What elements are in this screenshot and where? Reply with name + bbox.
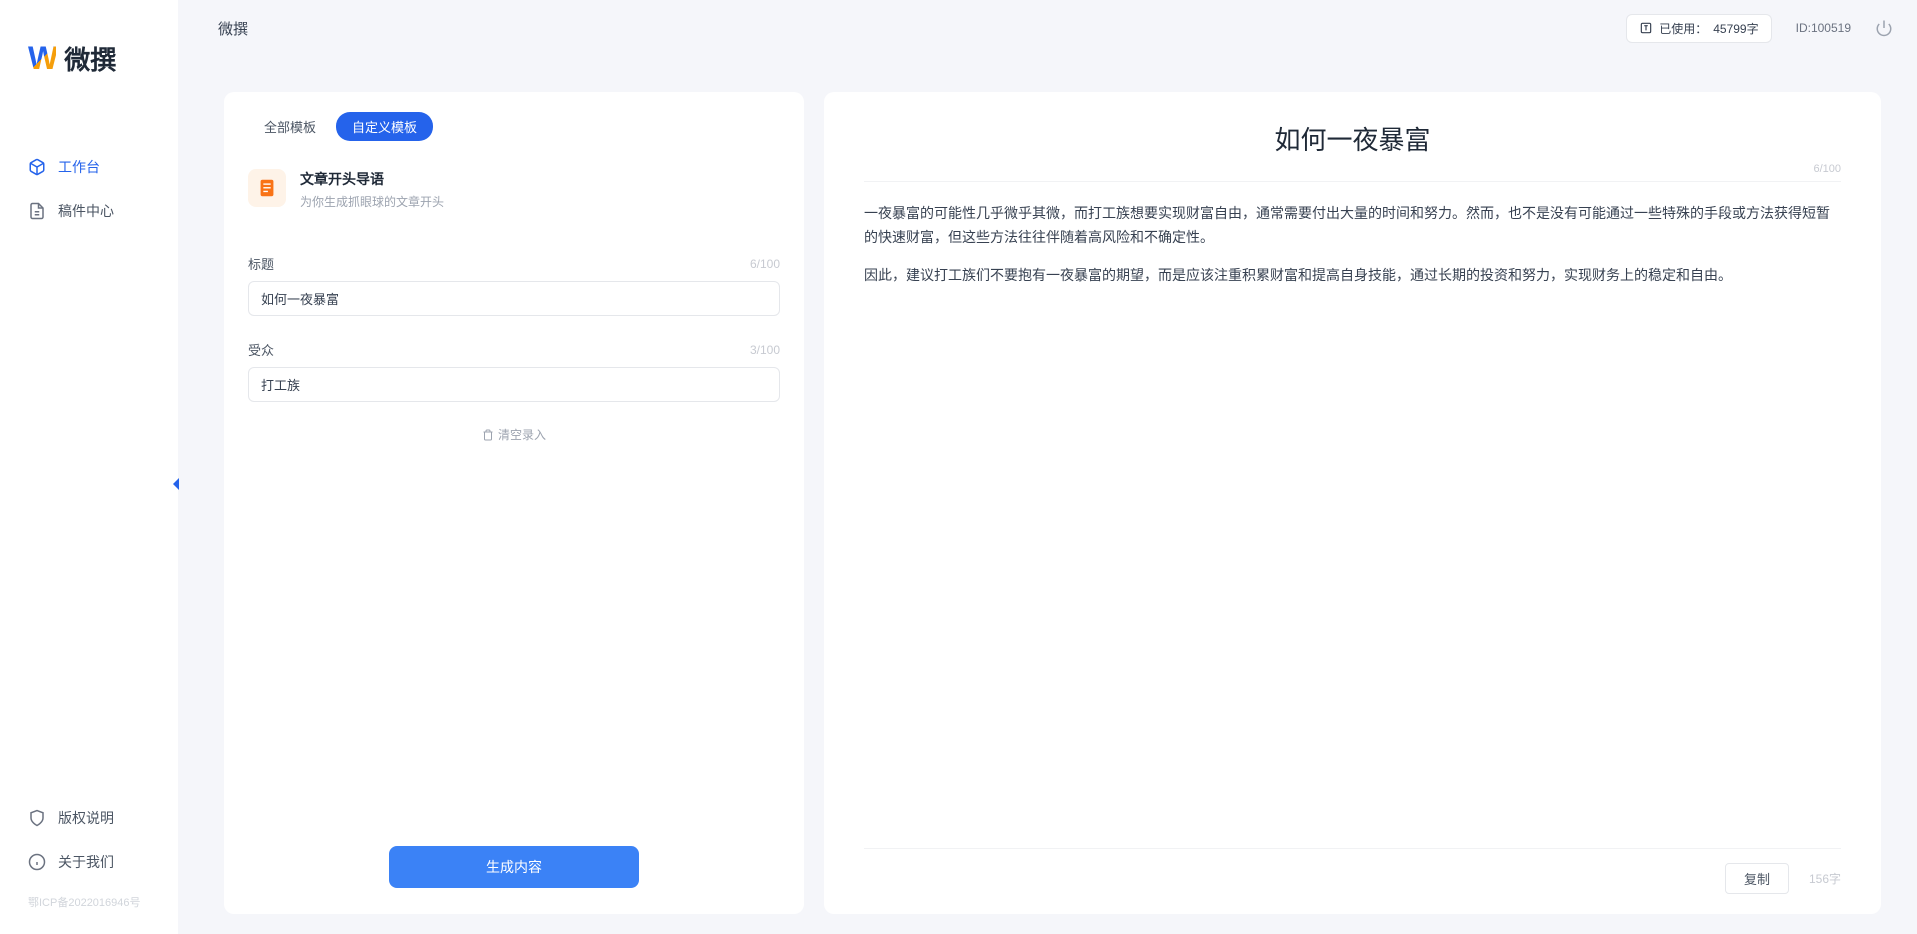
shield-icon (28, 809, 46, 827)
nav-label: 工作台 (58, 157, 100, 177)
template-icon (248, 169, 286, 207)
tab-all-templates[interactable]: 全部模板 (248, 112, 332, 141)
power-icon[interactable] (1875, 19, 1893, 37)
audience-input[interactable] (248, 367, 780, 402)
article-icon (256, 177, 278, 199)
copy-button[interactable]: 复制 (1725, 863, 1789, 894)
main: 全部模板 自定义模板 文章开头导语 为你生成抓眼球的文章开头 标题 6/100 … (178, 56, 1917, 934)
sidebar-bottom: 版权说明 关于我们 鄂ICP备2022016946号 (0, 798, 178, 934)
config-panel: 全部模板 自定义模板 文章开头导语 为你生成抓眼球的文章开头 标题 6/100 … (224, 92, 804, 914)
logo-mark-icon: W (28, 40, 56, 77)
nav-copyright[interactable]: 版权说明 (16, 798, 162, 838)
template-card: 文章开头导语 为你生成抓眼球的文章开头 (248, 161, 780, 230)
template-name: 文章开头导语 (300, 169, 444, 189)
generate-button[interactable]: 生成内容 (389, 846, 639, 888)
template-tabs: 全部模板 自定义模板 (248, 112, 780, 141)
nav-workspace[interactable]: 工作台 (16, 147, 162, 187)
text-icon (1639, 21, 1653, 35)
page-title: 微撰 (218, 18, 248, 39)
field-audience-label: 受众 (248, 340, 274, 359)
output-body: 一夜暴富的可能性几乎微乎其微，而打工族想要实现财富自由，通常需要付出大量的时间和… (864, 202, 1841, 301)
logo[interactable]: W 微撰 (0, 0, 178, 97)
nav-label: 稿件中心 (58, 201, 114, 221)
clear-label: 清空录入 (498, 426, 546, 443)
clear-button[interactable]: 清空录入 (248, 426, 780, 443)
tab-custom-templates[interactable]: 自定义模板 (336, 112, 433, 141)
sidebar: W 微撰 工作台 稿件中心 版权说明 关于我们 鄂ICP备2022016946号 (0, 0, 178, 934)
chevron-left-icon (171, 477, 181, 491)
document-icon (28, 202, 46, 220)
cube-icon (28, 158, 46, 176)
header: 微撰 已使用： 45799字 ID:100519 (178, 0, 1917, 56)
trash-icon (482, 429, 494, 441)
output-panel: 如何一夜暴富 6/100 一夜暴富的可能性几乎微乎其微，而打工族想要实现财富自由… (824, 92, 1881, 914)
word-count: 156字 (1809, 870, 1841, 887)
field-title-label: 标题 (248, 254, 274, 273)
info-icon (28, 853, 46, 871)
field-audience-counter: 3/100 (750, 343, 780, 357)
nav-about[interactable]: 关于我们 (16, 842, 162, 882)
user-id: ID:100519 (1796, 21, 1851, 35)
usage-label: 已使用： (1659, 20, 1707, 37)
title-input[interactable] (248, 281, 780, 316)
header-right: 已使用： 45799字 ID:100519 (1626, 14, 1893, 43)
output-paragraph: 一夜暴富的可能性几乎微乎其微，而打工族想要实现财富自由，通常需要付出大量的时间和… (864, 202, 1841, 250)
sidebar-collapse-handle[interactable] (168, 472, 184, 496)
usage-badge[interactable]: 已使用： 45799字 (1626, 14, 1771, 43)
field-title-counter: 6/100 (750, 257, 780, 271)
nav-label: 关于我们 (58, 852, 114, 872)
logo-text: 微撰 (64, 40, 116, 77)
output-title: 如何一夜暴富 (864, 120, 1841, 157)
output-paragraph: 因此，建议打工族们不要抱有一夜暴富的期望，而是应该注重积累财富和提高自身技能，通… (864, 264, 1841, 288)
output-footer: 复制 156字 (864, 848, 1841, 894)
field-audience: 受众 3/100 (248, 340, 780, 402)
nav-drafts[interactable]: 稿件中心 (16, 191, 162, 231)
usage-value: 45799字 (1713, 20, 1758, 37)
nav-label: 版权说明 (58, 808, 114, 828)
icp-text: 鄂ICP备2022016946号 (16, 886, 162, 918)
template-desc: 为你生成抓眼球的文章开头 (300, 193, 444, 210)
field-title: 标题 6/100 (248, 254, 780, 316)
nav: 工作台 稿件中心 (0, 147, 178, 235)
output-title-counter: 6/100 (864, 163, 1841, 182)
